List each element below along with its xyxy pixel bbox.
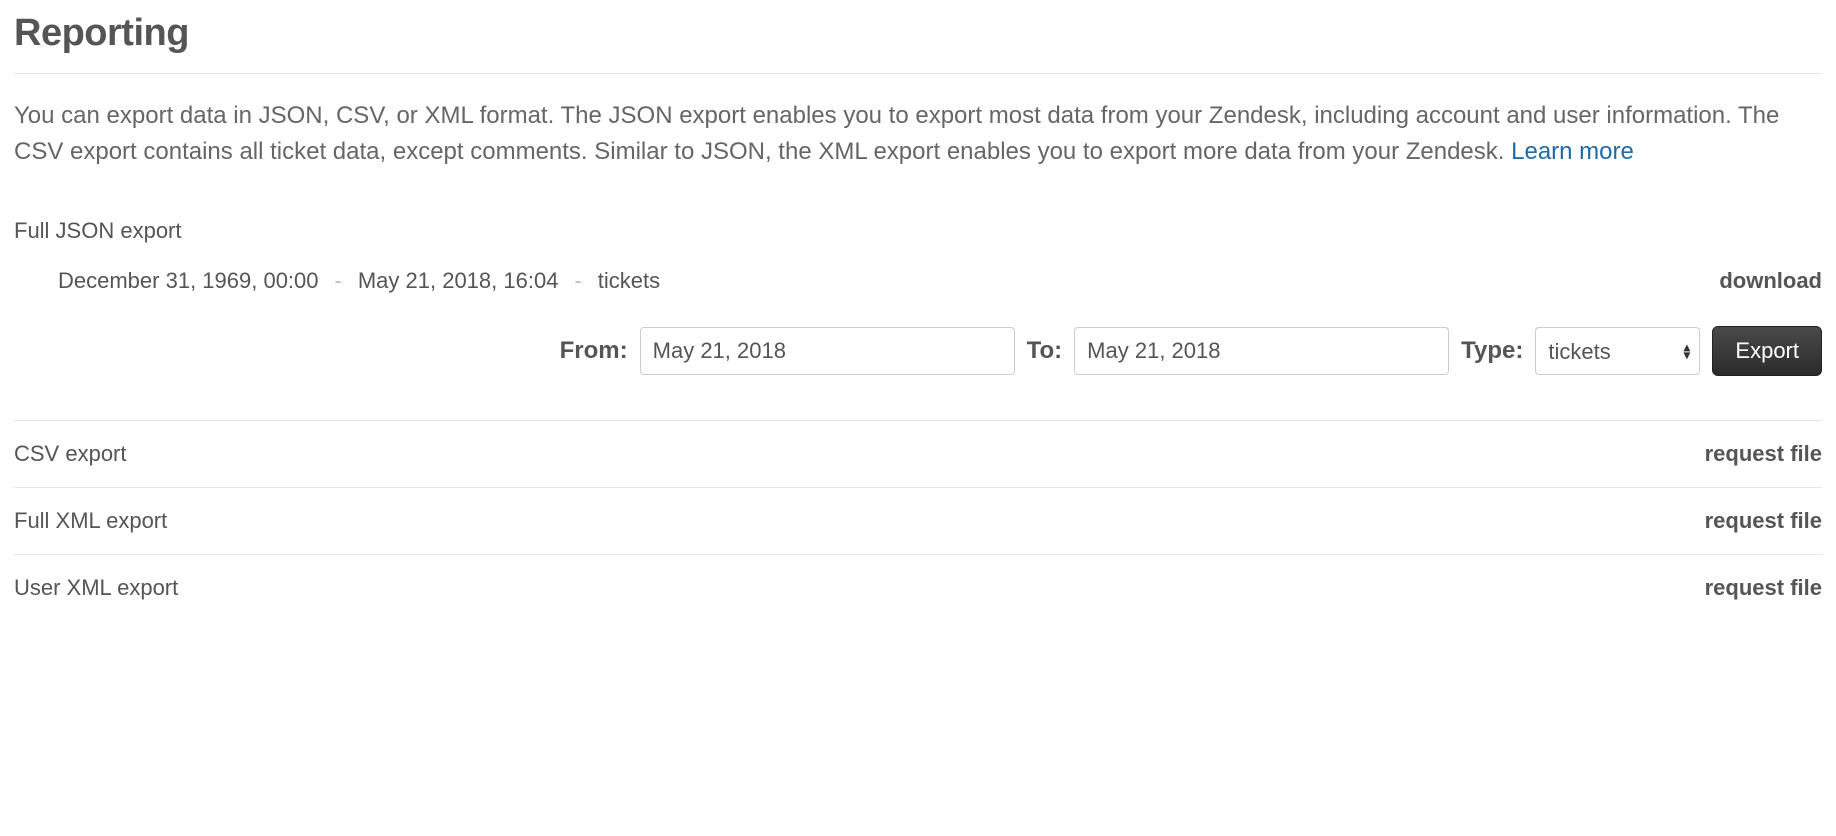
- csv-export-label: CSV export: [14, 441, 127, 467]
- export-button[interactable]: Export: [1712, 326, 1822, 376]
- to-label: To:: [1027, 337, 1063, 365]
- full-xml-export-row: Full XML export request file: [14, 488, 1822, 554]
- full-json-export-label: Full JSON export: [14, 218, 1822, 244]
- user-xml-request-file-link[interactable]: request file: [1705, 575, 1822, 601]
- range-start: December 31, 1969, 00:00: [58, 268, 319, 294]
- range-separator-icon: -: [574, 268, 581, 294]
- export-form-row: From: To: Type: tickets ▴▾ Export: [14, 326, 1822, 420]
- json-export-range-row: December 31, 1969, 00:00 - May 21, 2018,…: [14, 268, 1822, 326]
- divider: [14, 73, 1822, 74]
- to-date-input[interactable]: [1074, 327, 1449, 375]
- user-xml-export-label: User XML export: [14, 575, 178, 601]
- learn-more-link[interactable]: Learn more: [1511, 138, 1634, 165]
- range-end: May 21, 2018, 16:04: [358, 268, 559, 294]
- full-xml-export-label: Full XML export: [14, 508, 167, 534]
- full-xml-request-file-link[interactable]: request file: [1705, 508, 1822, 534]
- range-type: tickets: [598, 268, 660, 294]
- download-link[interactable]: download: [1719, 268, 1822, 294]
- from-label: From:: [560, 337, 628, 365]
- type-label: Type:: [1461, 337, 1523, 365]
- user-xml-export-row: User XML export request file: [14, 555, 1822, 621]
- csv-export-row: CSV export request file: [14, 421, 1822, 487]
- csv-request-file-link[interactable]: request file: [1705, 441, 1822, 467]
- from-date-input[interactable]: [640, 327, 1015, 375]
- page-title: Reporting: [14, 12, 1822, 55]
- range-separator-icon: -: [335, 268, 342, 294]
- json-export-range: December 31, 1969, 00:00 - May 21, 2018,…: [58, 268, 660, 294]
- type-select[interactable]: tickets: [1535, 327, 1700, 375]
- intro-paragraph: You can export data in JSON, CSV, or XML…: [14, 98, 1822, 170]
